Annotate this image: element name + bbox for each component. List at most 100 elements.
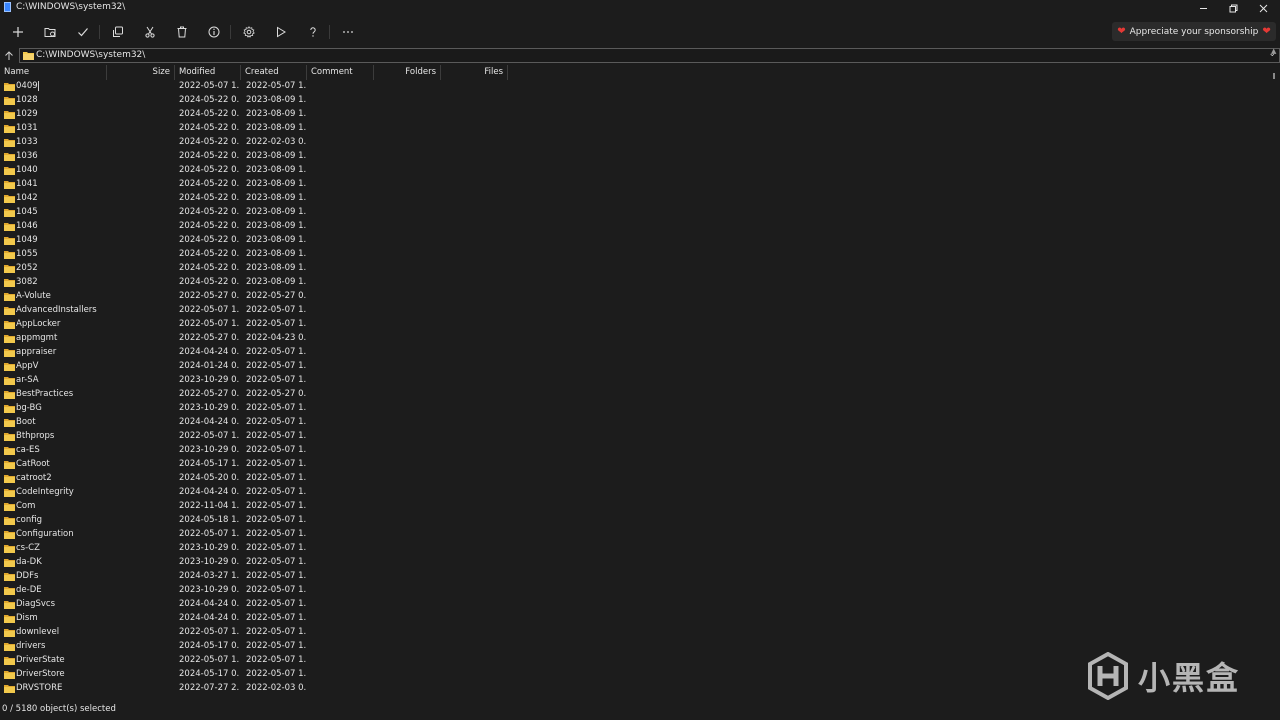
file-row[interactable]: 1033 2024-05-22 0... 2022-02-03 0... [0, 136, 1268, 150]
folder-icon [4, 391, 15, 399]
more-button[interactable] [337, 21, 359, 43]
file-row[interactable]: drivers 2024-05-17 0... 2022-05-07 1... [0, 640, 1268, 654]
file-row[interactable]: AppV 2024-01-24 0... 2022-05-07 1... [0, 360, 1268, 374]
file-row[interactable]: Dism 2024-04-24 0... 2022-05-07 1... [0, 612, 1268, 626]
folder-icon [4, 573, 15, 581]
file-row[interactable]: Bthprops 2022-05-07 1... 2022-05-07 1... [0, 430, 1268, 444]
address-bar[interactable]: C:\WINDOWS\system32\ ⌄ [19, 48, 1280, 63]
file-row[interactable]: appmgmt 2022-05-27 0... 2022-04-23 0... [0, 332, 1268, 346]
folder-icon [4, 125, 15, 133]
file-row[interactable]: 1046 2024-05-22 0... 2023-08-09 1... [0, 220, 1268, 234]
file-row[interactable]: Com 2022-11-04 1... 2022-05-07 1... [0, 500, 1268, 514]
column-header-files[interactable]: Files [441, 65, 508, 80]
file-row[interactable]: 1031 2024-05-22 0... 2023-08-09 1... [0, 122, 1268, 136]
properties-button[interactable] [203, 21, 225, 43]
file-created: 2023-08-09 1... [246, 109, 306, 119]
column-header-modified[interactable]: Modified [175, 65, 241, 80]
file-row[interactable]: DriverStore 2024-05-17 0... 2022-05-07 1..… [0, 668, 1268, 682]
file-row[interactable]: 1045 2024-05-22 0... 2023-08-09 1... [0, 206, 1268, 220]
file-row[interactable]: config 2024-05-18 1... 2022-05-07 1... [0, 514, 1268, 528]
restore-button[interactable] [1218, 0, 1248, 16]
toolbar [0, 17, 1280, 45]
file-row[interactable]: de-DE 2023-10-29 0... 2022-05-07 1... [0, 584, 1268, 598]
file-created: 2022-05-07 1... [246, 361, 306, 371]
file-created: 2022-05-07 1... [246, 347, 306, 357]
file-row[interactable]: 1036 2024-05-22 0... 2023-08-09 1... [0, 150, 1268, 164]
file-row[interactable]: CodeIntegrity 2024-04-24 0... 2022-05-07 1… [0, 486, 1268, 500]
settings-button[interactable] [238, 21, 260, 43]
column-header-name[interactable]: Name [0, 65, 107, 80]
file-created: 2022-05-07 1... [246, 501, 306, 511]
new-folder-button[interactable] [39, 21, 61, 43]
file-row[interactable]: DiagSvcs 2024-04-24 0... 2022-05-07 1... [0, 598, 1268, 612]
file-row[interactable]: 1028 2024-05-22 0... 2023-08-09 1... [0, 94, 1268, 108]
file-row[interactable]: DriverState 2022-05-07 1... 2022-05-07 1..… [0, 654, 1268, 668]
file-row[interactable]: 3082 2024-05-22 0... 2023-08-09 1... [0, 276, 1268, 290]
file-row[interactable]: ar-SA 2023-10-29 0... 2022-05-07 1... [0, 374, 1268, 388]
file-row[interactable]: 1042 2024-05-22 0... 2023-08-09 1... [0, 192, 1268, 206]
new-button[interactable] [7, 21, 29, 43]
file-row[interactable]: A-Volute 2022-05-27 0... 2022-05-27 0... [0, 290, 1268, 304]
scrollbar-thumb[interactable] [1273, 73, 1275, 79]
file-modified: 2024-05-22 0... [179, 151, 239, 161]
delete-button[interactable] [171, 21, 193, 43]
file-row[interactable]: DRVSTORE 2022-07-27 2... 2022-02-03 0... [0, 682, 1268, 696]
close-button[interactable] [1248, 0, 1278, 16]
file-row[interactable]: 1040 2024-05-22 0... 2023-08-09 1... [0, 164, 1268, 178]
folder-icon [4, 587, 15, 595]
folder-icon [4, 111, 15, 119]
file-row[interactable]: 0409 2022-05-07 1... 2022-05-07 1... [0, 80, 1268, 94]
file-modified: 2022-05-27 0... [179, 333, 239, 343]
file-name: 1036 [16, 151, 38, 161]
file-row[interactable]: AdvancedInstallers 2022-05-07 1... 2022-05… [0, 304, 1268, 318]
scroll-up-arrow-icon[interactable]: ▲ [1271, 47, 1276, 55]
file-created: 2022-05-07 1... [246, 557, 306, 567]
file-row[interactable]: catroot2 2024-05-20 0... 2022-05-07 1... [0, 472, 1268, 486]
minimize-button[interactable] [1188, 0, 1218, 16]
file-row[interactable]: Boot 2024-04-24 0... 2022-05-07 1... [0, 416, 1268, 430]
folder-icon [4, 657, 15, 665]
copy-button[interactable] [107, 21, 129, 43]
file-modified: 2023-10-29 0... [179, 543, 239, 553]
file-name: DriverState [16, 655, 65, 665]
file-row[interactable]: ca-ES 2023-10-29 0... 2022-05-07 1... [0, 444, 1268, 458]
file-row[interactable]: CatRoot 2024-05-17 1... 2022-05-07 1... [0, 458, 1268, 472]
column-header-comment[interactable]: Comment [307, 65, 374, 80]
select-button[interactable] [72, 21, 94, 43]
up-directory-button[interactable] [2, 49, 16, 63]
file-row[interactable]: da-DK 2023-10-29 0... 2022-05-07 1... [0, 556, 1268, 570]
file-name: CatRoot [16, 459, 50, 469]
watermark-logo-icon [1088, 652, 1128, 700]
file-modified: 2024-04-24 0... [179, 417, 239, 427]
vertical-scrollbar[interactable]: ▲ [1268, 47, 1280, 702]
file-list[interactable]: 0409 2022-05-07 1... 2022-05-07 1... 1028 20… [0, 80, 1268, 702]
file-row[interactable]: appraiser 2024-04-24 0... 2022-05-07 1... [0, 346, 1268, 360]
file-modified: 2022-05-07 1... [179, 431, 239, 441]
file-created: 2022-05-27 0... [246, 291, 306, 301]
file-row[interactable]: 1029 2024-05-22 0... 2023-08-09 1... [0, 108, 1268, 122]
file-created: 2022-05-07 1... [246, 641, 306, 651]
file-row[interactable]: 1055 2024-05-22 0... 2023-08-09 1... [0, 248, 1268, 262]
file-row[interactable]: 1041 2024-05-22 0... 2023-08-09 1... [0, 178, 1268, 192]
help-button[interactable] [302, 21, 324, 43]
toolbar-separator [99, 25, 100, 39]
file-row[interactable]: Configuration 2022-05-07 1... 2022-05-07 1… [0, 528, 1268, 542]
file-row[interactable]: 1049 2024-05-22 0... 2023-08-09 1... [0, 234, 1268, 248]
file-row[interactable]: bg-BG 2023-10-29 0... 2022-05-07 1... [0, 402, 1268, 416]
column-header-created[interactable]: Created [241, 65, 307, 80]
file-row[interactable]: AppLocker 2022-05-07 1... 2022-05-07 1... [0, 318, 1268, 332]
file-row[interactable]: cs-CZ 2023-10-29 0... 2022-05-07 1... [0, 542, 1268, 556]
run-button[interactable] [270, 21, 292, 43]
folder-icon [4, 321, 15, 329]
cut-button[interactable] [139, 21, 161, 43]
column-header-folders[interactable]: Folders [374, 65, 441, 80]
file-row[interactable]: BestPractices 2022-05-27 0... 2022-05-27 0… [0, 388, 1268, 402]
file-modified: 2022-05-07 1... [179, 319, 239, 329]
file-name: ar-SA [16, 375, 39, 385]
column-header-size[interactable]: Size [107, 65, 175, 80]
file-row[interactable]: 2052 2024-05-22 0... 2023-08-09 1... [0, 262, 1268, 276]
file-row[interactable]: DDFs 2024-03-27 1... 2022-05-07 1... [0, 570, 1268, 584]
file-name: 1028 [16, 95, 38, 105]
file-row[interactable]: downlevel 2022-05-07 1... 2022-05-07 1... [0, 626, 1268, 640]
sponsor-button[interactable]: ❤ Appreciate your sponsorship ❤ [1112, 22, 1276, 41]
